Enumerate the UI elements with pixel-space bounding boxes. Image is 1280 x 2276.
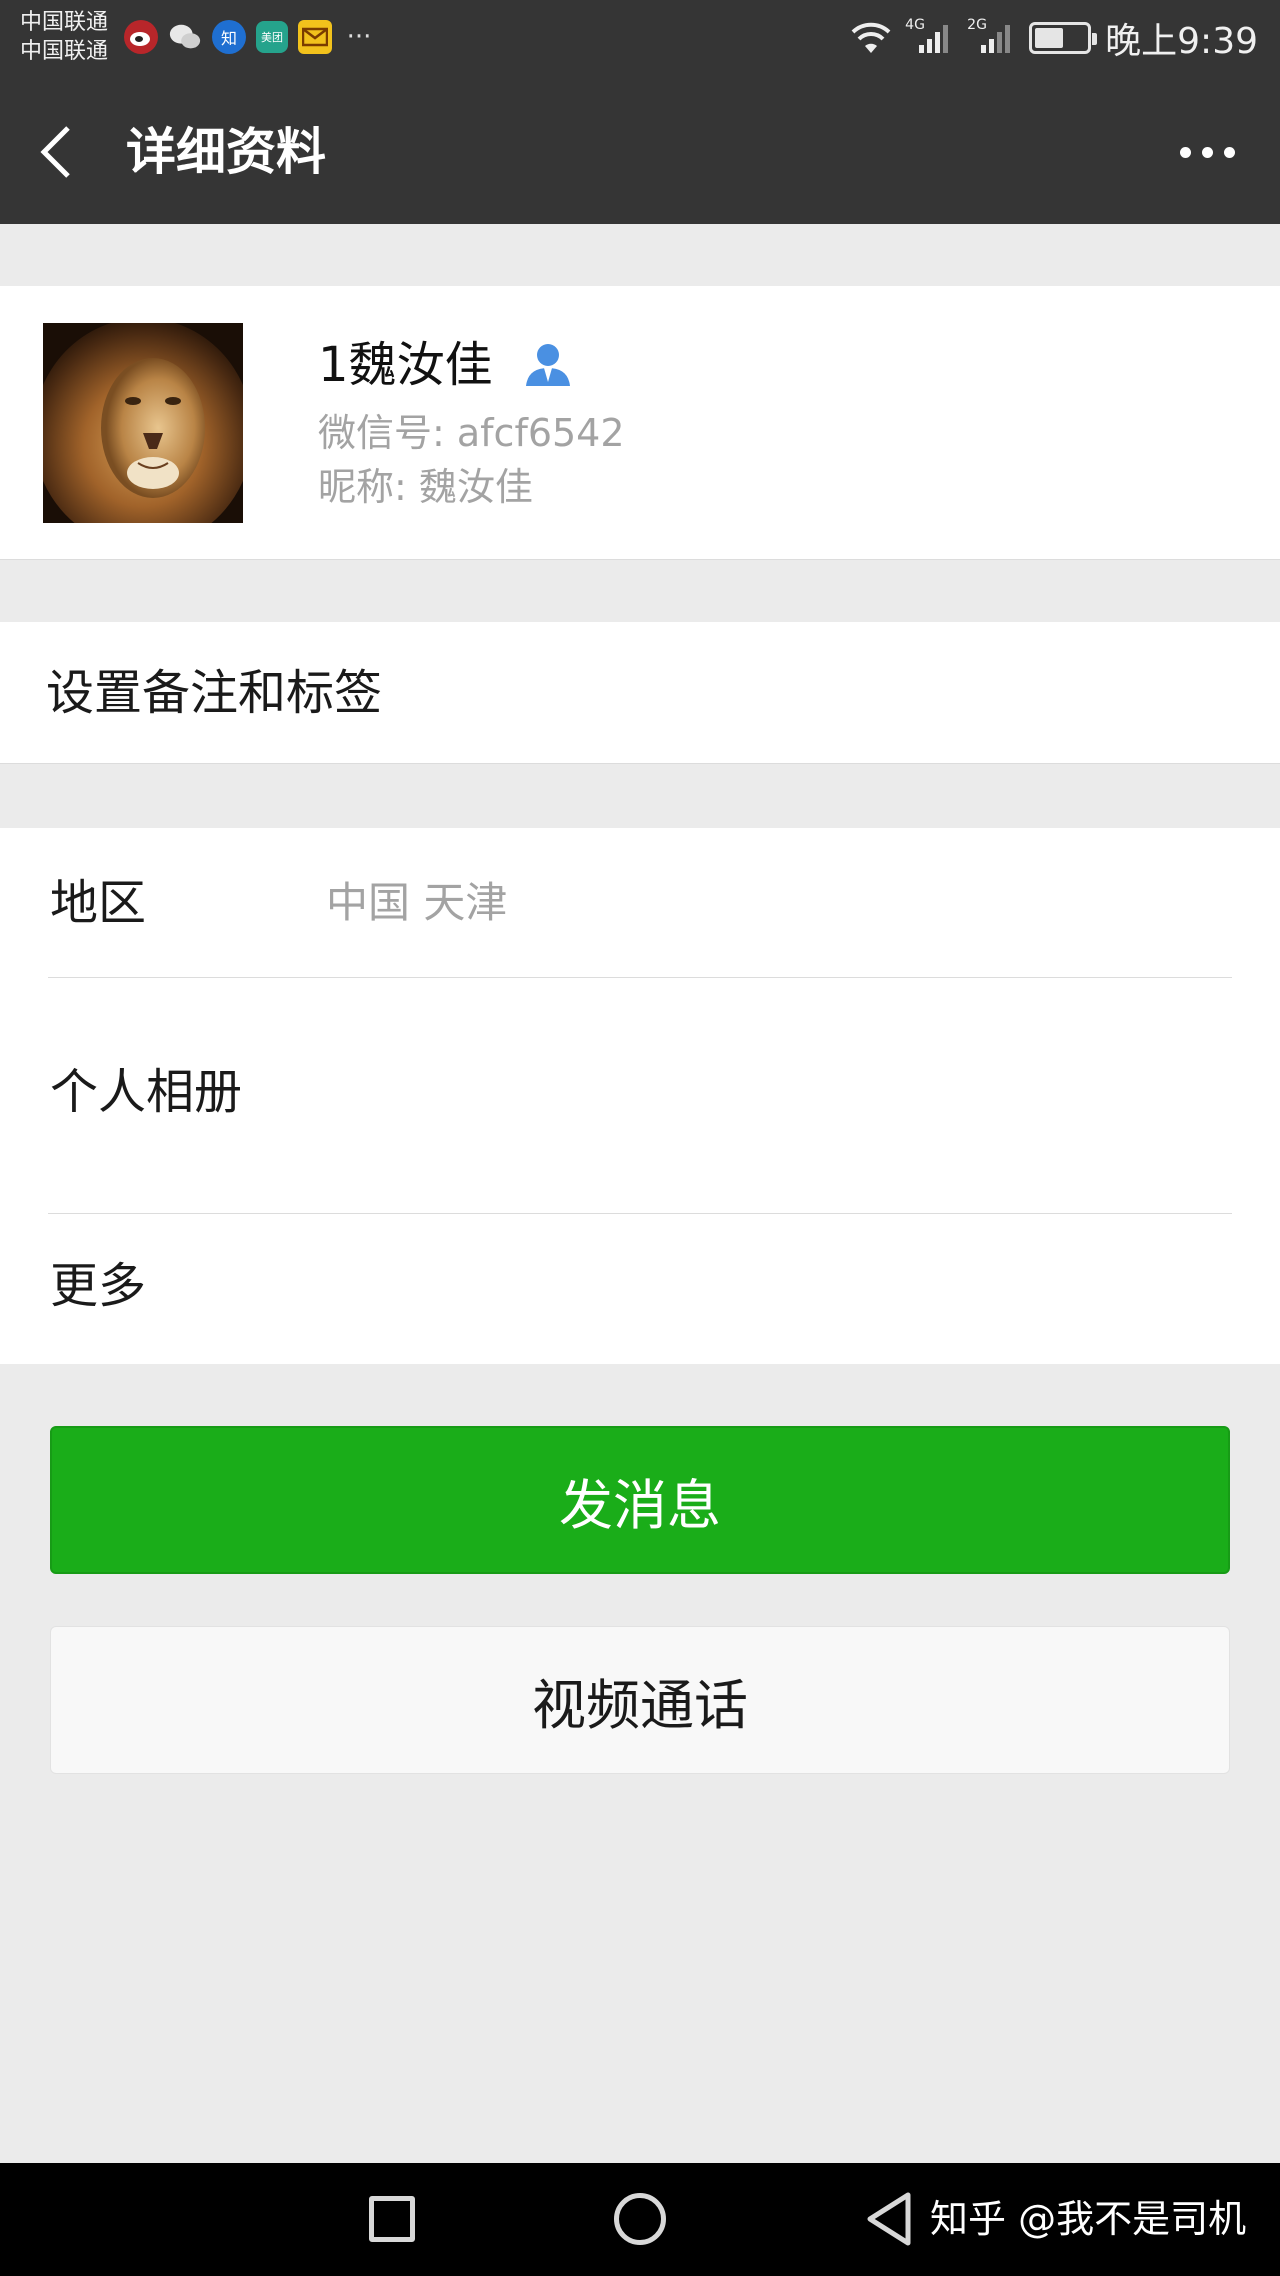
album-row[interactable]: 个人相册 [0,977,1280,1213]
send-message-button[interactable]: 发消息 [50,1426,1230,1574]
title-bar: 详细资料 [0,77,1280,224]
mail-icon [298,20,332,54]
status-right: 4G 2G 晚上9:39 [851,12,1258,64]
display-name: 1魏汝佳 [318,337,493,393]
set-remark-row[interactable]: 设置备注和标签 [0,622,1280,764]
more-notifications-icon: ··· [346,22,372,52]
wechat-id: 微信号: afcf6542 [318,411,625,455]
dot-icon [1223,146,1235,158]
wechat-icon [168,20,202,54]
notification-icons: 知 美团 ··· [124,20,376,54]
signal-2g-icon: 2G [967,17,1015,55]
album-label: 个人相册 [50,1064,243,1120]
lion-avatar-image [43,323,243,523]
meituan-icon: 美团 [256,21,288,53]
carrier-name-1: 中国联通 [20,10,109,35]
region-label: 地区 [50,875,147,931]
profile-card: 1魏汝佳 微信号: afcf6542 昵称: 魏汝佳 [0,286,1280,560]
battery-icon [1029,22,1098,54]
back-button[interactable] [38,117,88,187]
carrier-name-2: 中国联通 [20,39,109,64]
region-value: 中国 天津 [326,878,508,927]
network-type-2: 2G [967,17,987,33]
info-section: 地区 中国 天津 个人相册 更多 [0,828,1280,1364]
zhihu-icon: 知 [212,20,246,54]
set-remark-label: 设置备注和标签 [46,665,383,721]
home-button[interactable] [614,2193,666,2245]
network-type-1: 4G [905,17,925,33]
more-row[interactable]: 更多 [0,1213,1280,1364]
zhihu-watermark: 知乎 @我不是司机 [930,2197,1247,2241]
avatar[interactable] [43,323,243,523]
status-bar: 中国联通 中国联通 知 美团 ··· 4G 2G 晚上9:39 [0,0,1280,77]
page-title: 详细资料 [126,123,326,181]
dot-icon [1179,146,1191,158]
more-label: 更多 [50,1258,147,1314]
carrier-info: 中国联通 中国联通 [20,8,108,66]
dot-icon [1201,146,1213,158]
wifi-icon [851,22,891,53]
video-call-button[interactable]: 视频通话 [50,1626,1230,1774]
status-time: 晚上9:39 [1105,21,1258,62]
back-triangle-icon[interactable] [864,2191,914,2247]
weibo-icon [124,20,158,54]
contact-person-icon [526,344,570,386]
signal-4g-icon: 4G [905,17,953,55]
recents-button[interactable] [369,2196,415,2242]
region-row: 地区 中国 天津 [0,828,1280,977]
nickname: 昵称: 魏汝佳 [318,465,533,509]
navigation-bar: 知乎 @我不是司机 [0,2163,1280,2276]
more-options-button[interactable] [1172,129,1242,175]
chevron-left-icon [40,126,70,178]
